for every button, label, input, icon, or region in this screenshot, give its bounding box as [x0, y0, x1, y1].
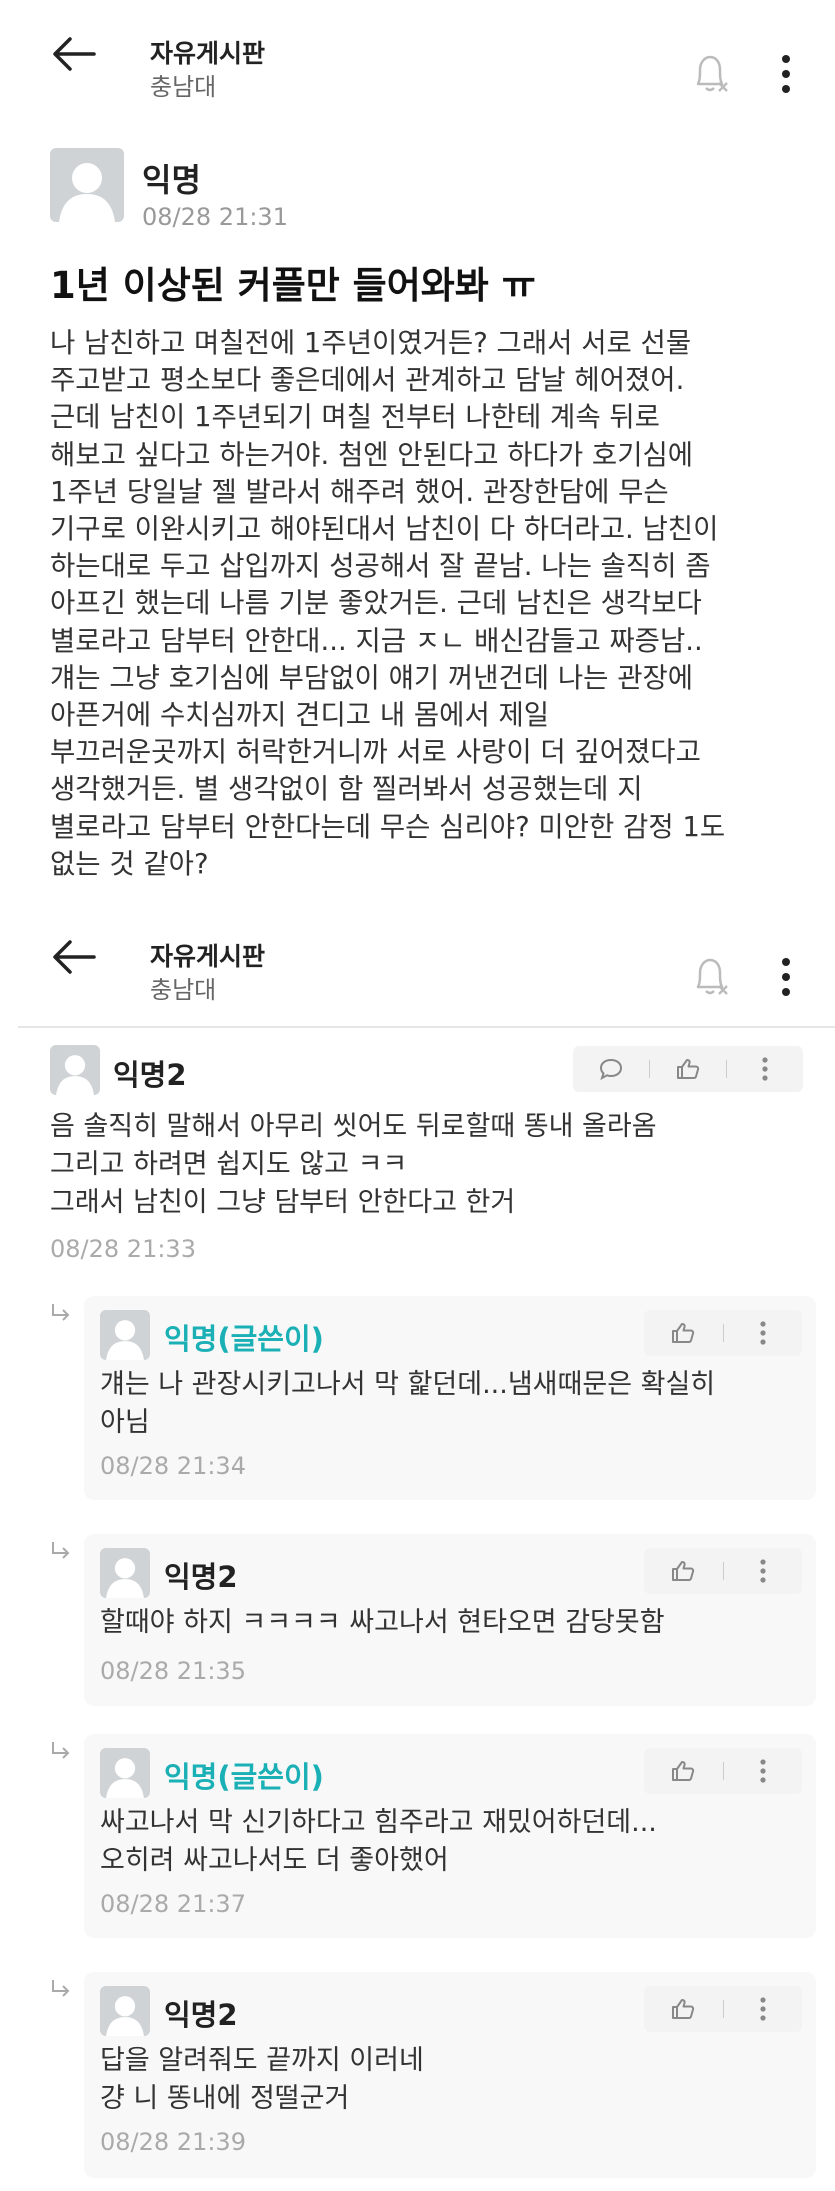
like-button[interactable] [650, 1046, 726, 1092]
reply-arrow-icon [52, 1304, 70, 1321]
reply-action-bar [644, 1310, 802, 1356]
board-subtitle: 충남대 [150, 73, 217, 101]
reply-more-button[interactable] [724, 1748, 803, 1794]
avatar [50, 148, 124, 222]
reply-action-bar [644, 1986, 802, 2032]
reply-more-button[interactable] [724, 1986, 803, 2032]
thumbs-up-icon [672, 1761, 695, 1781]
reply-text: 싸고나서 막 신기하다고 힘주라고 재밌어하던데... 오히려 싸고나서도 더 … [100, 1807, 657, 1876]
reply-item: 익명(글쓴이) 걔는 나 관장시키고나서 막 핥던데...냄새때문은 확실히 아… [84, 1296, 816, 1500]
reply-date: 08/28 21:34 [100, 1452, 246, 1480]
post-date: 08/28 21:31 [142, 203, 288, 231]
like-button[interactable] [644, 1310, 723, 1356]
back-arrow-icon[interactable] [50, 937, 96, 977]
notification-off-icon[interactable] [690, 50, 732, 96]
thumbs-up-icon [672, 1323, 695, 1343]
avatar [100, 1310, 150, 1360]
post-body: 나 남친하고 며칠전에 1주년이였거든? 그래서 서로 선물 주고받고 평소보다… [50, 327, 726, 880]
reply-button[interactable] [573, 1046, 649, 1092]
more-vertical-icon [760, 1559, 766, 1583]
reply-date: 08/28 21:37 [100, 1890, 246, 1918]
thumbs-up-icon [672, 1999, 695, 2019]
thumbs-up-icon [677, 1059, 700, 1079]
board-title: 자유게시판 [150, 39, 266, 68]
comment-more-button[interactable] [727, 1046, 803, 1092]
reply-date: 08/28 21:39 [100, 2128, 246, 2156]
thumbs-up-icon [672, 1561, 695, 1581]
reply-item: 익명2 할때야 하지 ㅋㅋㅋㅋ 싸고나서 현타오면 감당못함 08/28 21:… [84, 1534, 816, 1706]
reply-arrow-icon [52, 1980, 70, 1997]
top-header-repeat: 자유게시판 충남대 [0, 903, 835, 1013]
avatar [50, 1045, 100, 1095]
comment-icon [599, 1058, 623, 1081]
notification-off-icon[interactable] [690, 953, 732, 999]
post-author: 익명 [142, 161, 201, 199]
comment-action-bar [573, 1046, 803, 1092]
comment-date: 08/28 21:33 [50, 1235, 196, 1263]
reply-text: 할때야 하지 ㅋㅋㅋㅋ 싸고나서 현타오면 감당못함 [100, 1607, 665, 1638]
back-arrow-icon[interactable] [50, 34, 96, 74]
reply-more-button[interactable] [724, 1548, 803, 1594]
avatar [100, 1748, 150, 1798]
like-button[interactable] [644, 1986, 723, 2032]
reply-arrow-icon [52, 1742, 70, 1759]
reply-text: 답을 알려줘도 끝까지 이러네 걍 니 똥내에 정떨군거 [100, 2045, 424, 2114]
more-vertical-icon [762, 1057, 768, 1081]
like-button[interactable] [644, 1548, 723, 1594]
more-vertical-icon [760, 1759, 766, 1783]
more-vertical-icon[interactable] [780, 957, 792, 997]
reply-action-bar [644, 1748, 802, 1794]
more-vertical-icon [760, 1997, 766, 2021]
reply-date: 08/28 21:35 [100, 1657, 246, 1685]
board-subtitle: 충남대 [150, 976, 217, 1004]
reply-author: 익명(글쓴이) [164, 1760, 324, 1794]
reply-author: 익명2 [164, 1560, 238, 1594]
reply-item: 익명(글쓴이) 싸고나서 막 신기하다고 힘주라고 재밌어하던데... 오히려 … [84, 1734, 816, 1938]
more-vertical-icon[interactable] [780, 54, 792, 94]
post-title: 1년 이상된 커플만 들어와봐 ㅠ [50, 264, 536, 307]
divider [18, 1026, 835, 1028]
comment-author: 익명2 [113, 1058, 187, 1092]
reply-arrow-icon [52, 1542, 70, 1559]
reply-author: 익명(글쓴이) [164, 1322, 324, 1356]
like-button[interactable] [644, 1748, 723, 1794]
avatar [100, 1548, 150, 1598]
reply-item: 익명2 답을 알려줘도 끝까지 이러네 걍 니 똥내에 정떨군거 08/28 2… [84, 1972, 816, 2178]
top-header: 자유게시판 충남대 [0, 0, 835, 110]
reply-author: 익명2 [164, 1998, 238, 2032]
board-title: 자유게시판 [150, 942, 266, 971]
reply-action-bar [644, 1548, 802, 1594]
reply-text: 걔는 나 관장시키고나서 막 핥던데...냄새때문은 확실히 아님 [100, 1369, 716, 1438]
avatar [100, 1986, 150, 2036]
more-vertical-icon [760, 1321, 766, 1345]
comment-text: 음 솔직히 말해서 아무리 씻어도 뒤로할때 똥내 올라옴 그리고 하려면 쉽지… [50, 1111, 657, 1218]
reply-more-button[interactable] [724, 1310, 803, 1356]
